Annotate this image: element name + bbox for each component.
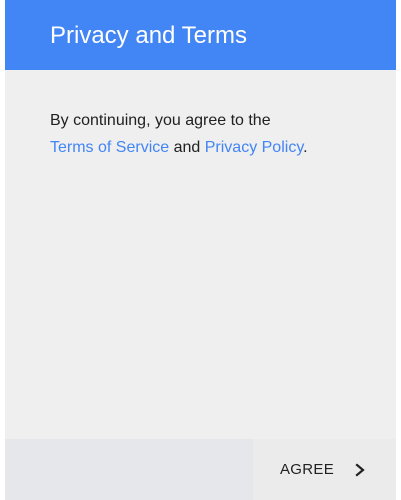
privacy-terms-panel: Privacy and Terms By continuing, you agr… xyxy=(5,0,396,500)
footer-bar: AGREE xyxy=(5,439,396,500)
chevron-right-icon xyxy=(355,462,365,477)
agree-button[interactable]: AGREE xyxy=(253,439,396,500)
conjunction-text: and xyxy=(169,139,205,156)
consent-text: By continuing, you agree to the Terms of… xyxy=(50,107,370,161)
screen: Privacy and Terms By continuing, you agr… xyxy=(0,0,401,500)
terms-of-service-link[interactable]: Terms of Service xyxy=(50,139,169,156)
header-bar: Privacy and Terms xyxy=(5,0,396,70)
consent-line-2: Terms of Service and Privacy Policy. xyxy=(50,134,370,161)
consent-line-1: By continuing, you agree to the xyxy=(50,112,271,129)
period-text: . xyxy=(303,139,308,156)
agree-label: AGREE xyxy=(280,461,335,478)
page-title: Privacy and Terms xyxy=(50,22,247,49)
privacy-policy-link[interactable]: Privacy Policy xyxy=(205,139,303,156)
